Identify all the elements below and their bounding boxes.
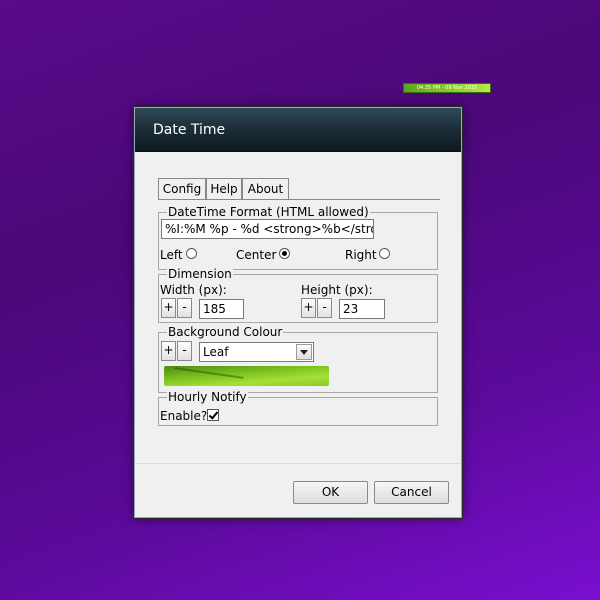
dimension-legend: Dimension xyxy=(167,267,233,281)
colour-preview-swatch xyxy=(164,366,329,386)
height-plus-button[interactable]: + xyxy=(301,298,316,318)
dialog-title: Date Time xyxy=(153,122,226,138)
align-left-radio[interactable] xyxy=(186,248,197,259)
cancel-button[interactable]: Cancel xyxy=(374,481,449,504)
width-input[interactable]: 185 xyxy=(199,299,244,319)
tab-config[interactable]: Config xyxy=(158,178,206,199)
height-input[interactable]: 23 xyxy=(339,299,385,319)
colour-plus-button[interactable]: + xyxy=(161,341,176,361)
tab-divider xyxy=(158,199,440,200)
tab-about[interactable]: About xyxy=(242,178,289,199)
hourly-notify-legend: Hourly Notify xyxy=(167,390,248,404)
date-time-settings-dialog: Date Time Config Help About DateTime For… xyxy=(134,107,462,518)
datetime-format-input[interactable]: %I:%M %p - %d <strong>%b</strong> %Y xyxy=(161,219,374,239)
height-minus-button[interactable]: - xyxy=(317,298,332,318)
datetime-format-legend: DateTime Format (HTML allowed) xyxy=(167,205,370,219)
align-left-label: Left xyxy=(160,248,183,262)
colour-minus-button[interactable]: - xyxy=(177,341,192,361)
enable-label: Enable? xyxy=(160,409,208,423)
colour-select-value: Leaf xyxy=(203,345,229,359)
align-right-label: Right xyxy=(345,248,377,262)
tab-help[interactable]: Help xyxy=(206,178,242,199)
dialog-titlebar: Date Time xyxy=(135,108,461,152)
height-label: Height (px): xyxy=(301,283,373,297)
width-plus-button[interactable]: + xyxy=(161,298,176,318)
width-minus-button[interactable]: - xyxy=(177,298,192,318)
chevron-down-icon[interactable] xyxy=(296,344,312,360)
width-label: Width (px): xyxy=(160,283,227,297)
ok-button[interactable]: OK xyxy=(293,481,368,504)
align-center-radio[interactable] xyxy=(279,248,290,259)
background-colour-legend: Background Colour xyxy=(167,325,284,339)
colour-select[interactable]: Leaf xyxy=(199,342,314,362)
footer-divider xyxy=(135,463,461,464)
align-center-label: Center xyxy=(236,248,277,262)
align-right-radio[interactable] xyxy=(379,248,390,259)
enable-checkbox[interactable] xyxy=(207,409,219,421)
datetime-gadget-preview: 04:35 PM - 09 Nov 2015 xyxy=(403,83,491,93)
